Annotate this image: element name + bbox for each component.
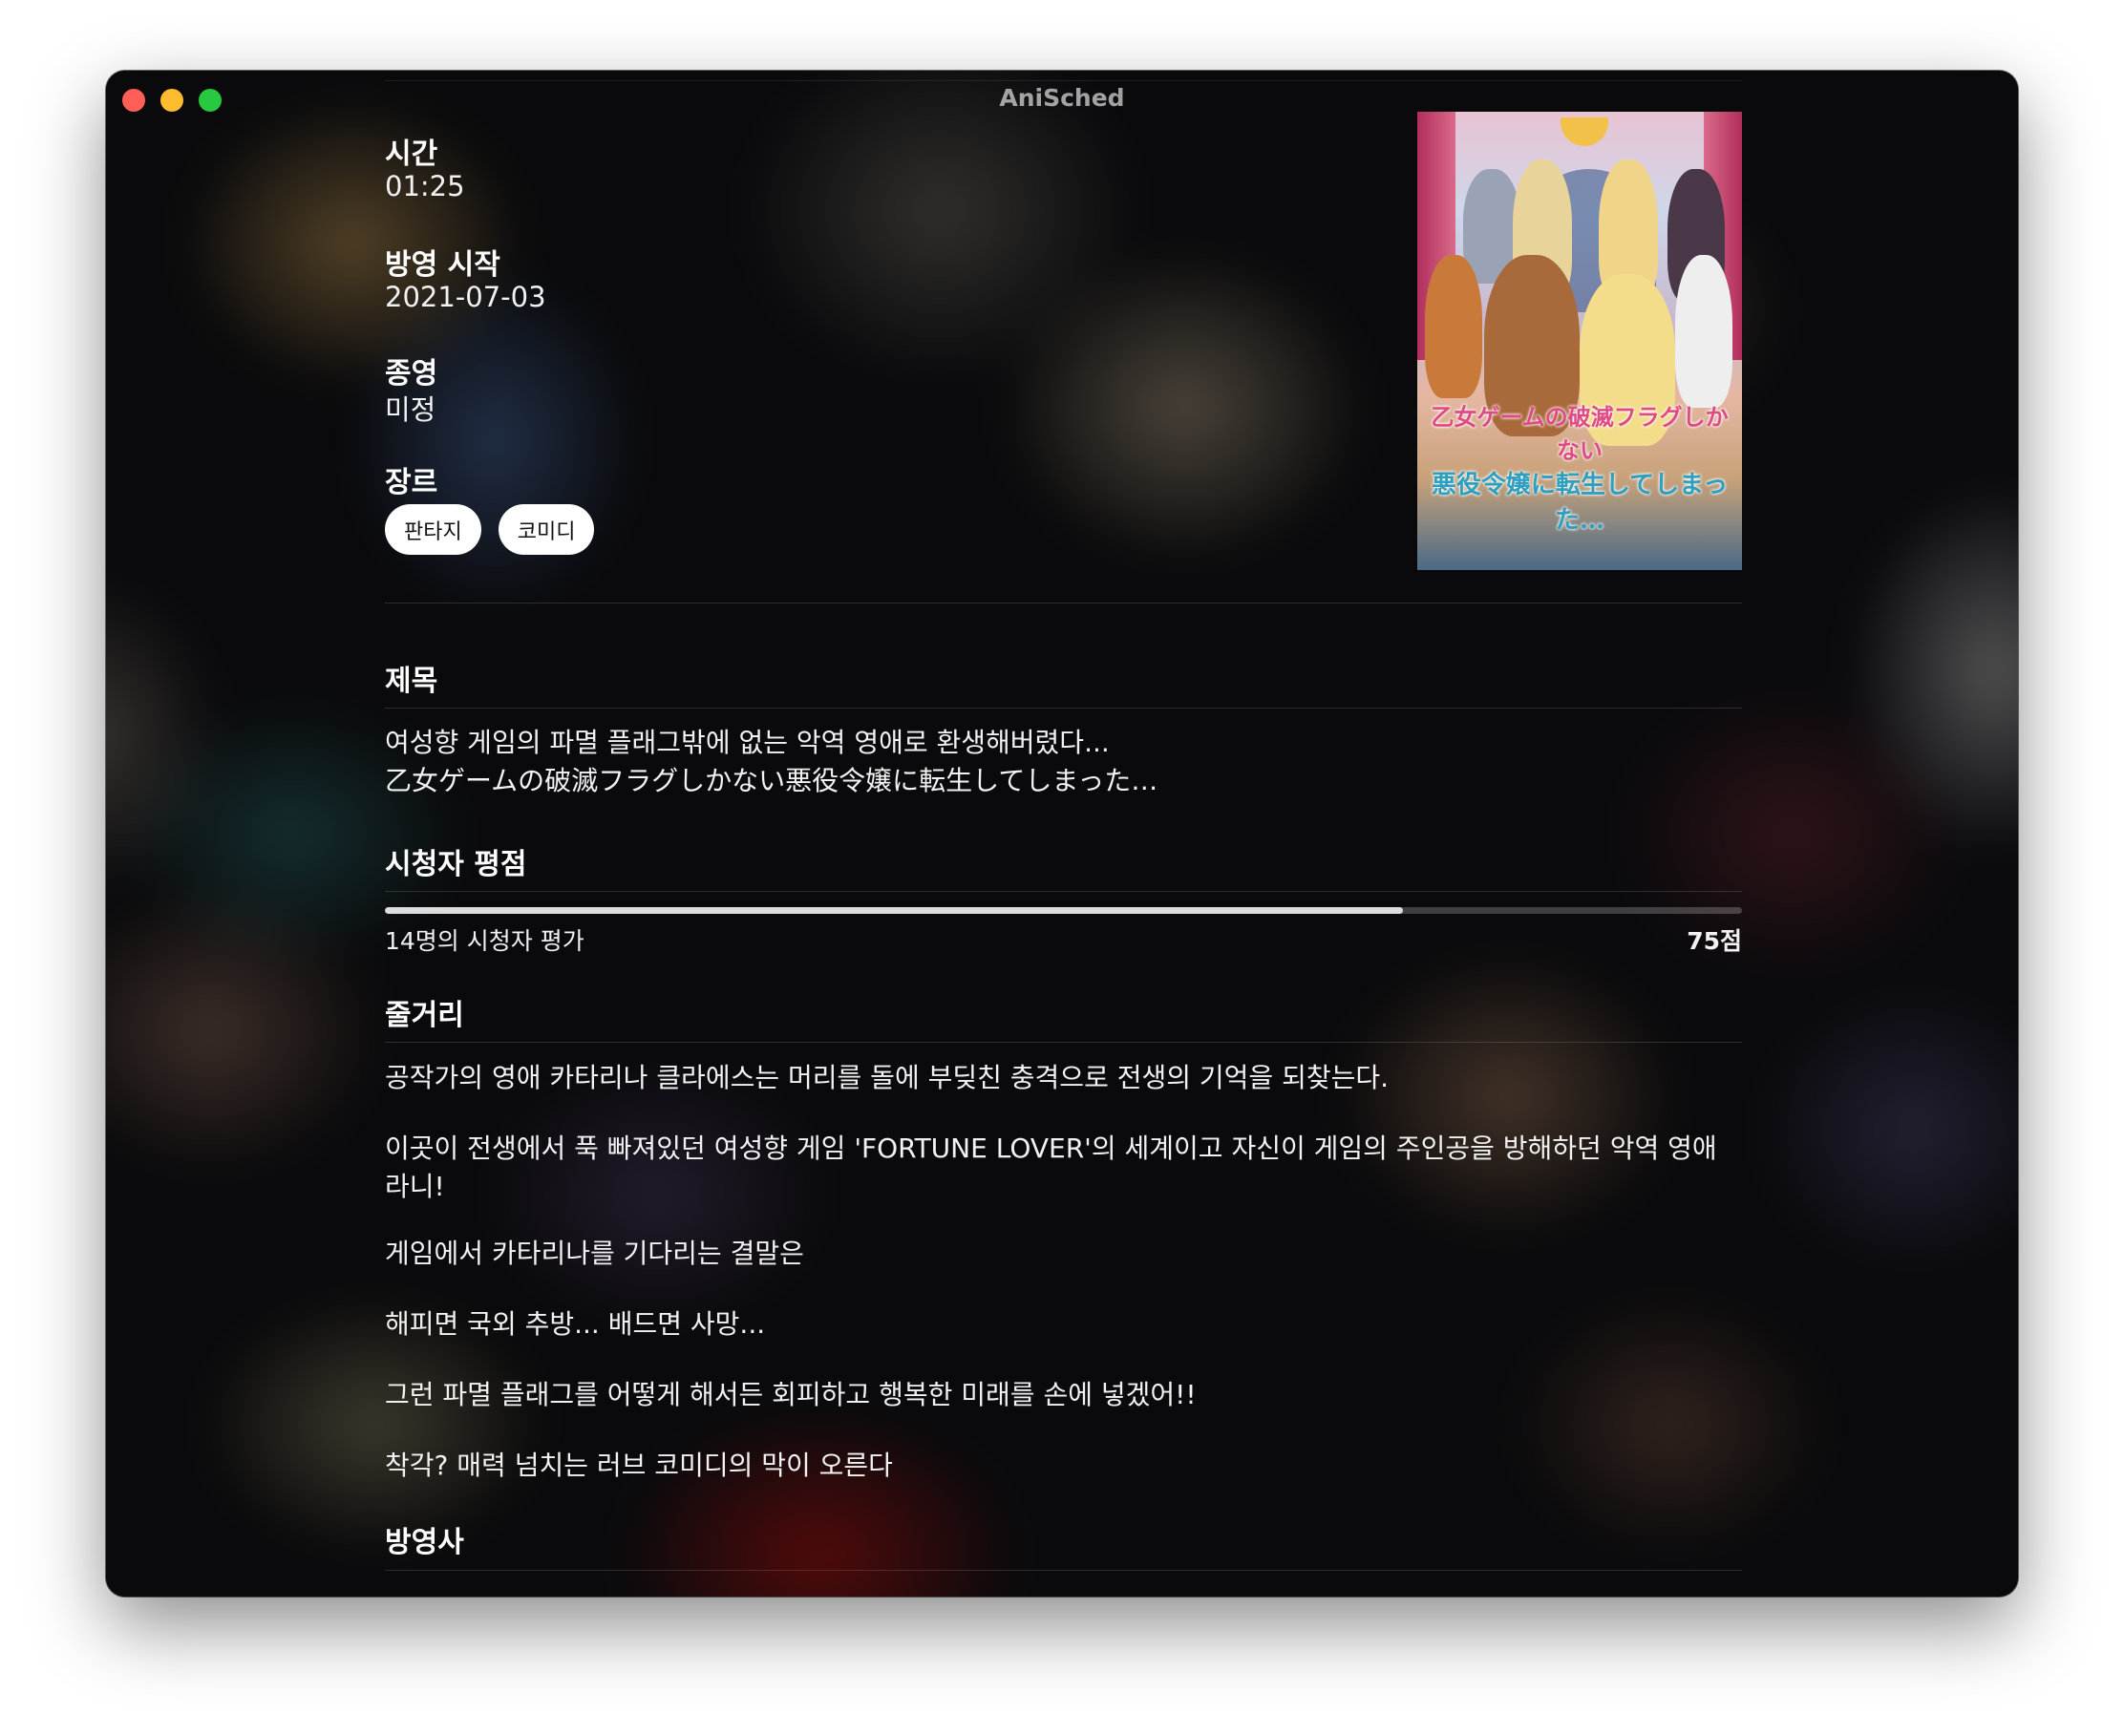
rating-count: 14명의 시청자 평가 (385, 927, 584, 955)
poster-logo-line1: 乙女ゲームの破滅フラグしかない (1431, 403, 1729, 464)
genre-chip-comedy[interactable]: 코미디 (498, 504, 595, 555)
rating-bar-fill (385, 907, 1403, 914)
synopsis-paragraph: 공작가의 영애 카타리나 클라에스는 머리를 돌에 부딪친 충격으로 전생의 기… (385, 1062, 1390, 1093)
synopsis-paragraph: 착각? 매력 넘치는 러브 코미디의 막이 오른다 (385, 1450, 893, 1481)
rating-score: 75점 (1687, 927, 1742, 955)
rating-label: 시청자 평점 (385, 848, 527, 881)
end-date-label: 종영 (385, 357, 438, 391)
app-window: AniSched 시간 01:25 방영 시작 2021-07-03 종영 미정… (106, 71, 2018, 1597)
divider (385, 891, 1742, 892)
poster-character (1675, 255, 1732, 408)
poster-chandelier (1561, 117, 1608, 146)
title-japanese: 乙女ゲームの破滅フラグしかない悪役令嬢に転生してしまった… (385, 765, 1158, 796)
start-date-value: 2021-07-03 (385, 281, 546, 313)
title-section-label: 제목 (385, 665, 438, 698)
poster-logo-line2: 悪役令嬢に転生してしまった… (1431, 471, 1729, 535)
genre-chip-fantasy[interactable]: 판타지 (385, 504, 481, 555)
poster-image: 乙女ゲームの破滅フラグしかない 悪役令嬢に転生してしまった… (1417, 112, 1742, 570)
time-value: 01:25 (385, 170, 465, 202)
synopsis-paragraph: 이곳이 전생에서 푹 빠져있던 여성향 게임 'FORTUNE LOVER'의 … (385, 1133, 1717, 1202)
broadcaster-label: 방영사 (385, 1526, 464, 1559)
title-korean: 여성향 게임의 파멸 플래그밖에 없는 악역 영애로 환생해버렸다... (385, 727, 1110, 758)
detail-scroll-view[interactable]: 시간 01:25 방영 시작 2021-07-03 종영 미정 장르 판타지 코… (385, 71, 1742, 1597)
divider (385, 80, 1742, 81)
genre-label: 장르 (385, 466, 438, 499)
synopsis-paragraph: 게임에서 카타리나를 기다리는 결말은 (385, 1238, 804, 1269)
divider (385, 1570, 1742, 1571)
poster-character (1425, 255, 1482, 398)
divider (385, 708, 1742, 709)
genre-chips: 판타지 코미디 (385, 504, 595, 555)
start-date-label: 방영 시작 (385, 248, 500, 282)
rating-bar (385, 907, 1742, 914)
synopsis-paragraph: 해피면 국외 추방... 배드면 사망... (385, 1308, 766, 1340)
synopsis-label: 줄거리 (385, 999, 464, 1032)
time-label: 시간 (385, 138, 438, 171)
divider (385, 1042, 1742, 1043)
synopsis-paragraph: 그런 파멸 플래그를 어떻게 해서든 회피하고 행복한 미래를 손에 넣겠어!! (385, 1379, 1197, 1410)
poster-logo: 乙女ゲームの破滅フラグしかない 悪役令嬢に転生してしまった… (1427, 398, 1732, 536)
end-date-value: 미정 (385, 393, 436, 426)
